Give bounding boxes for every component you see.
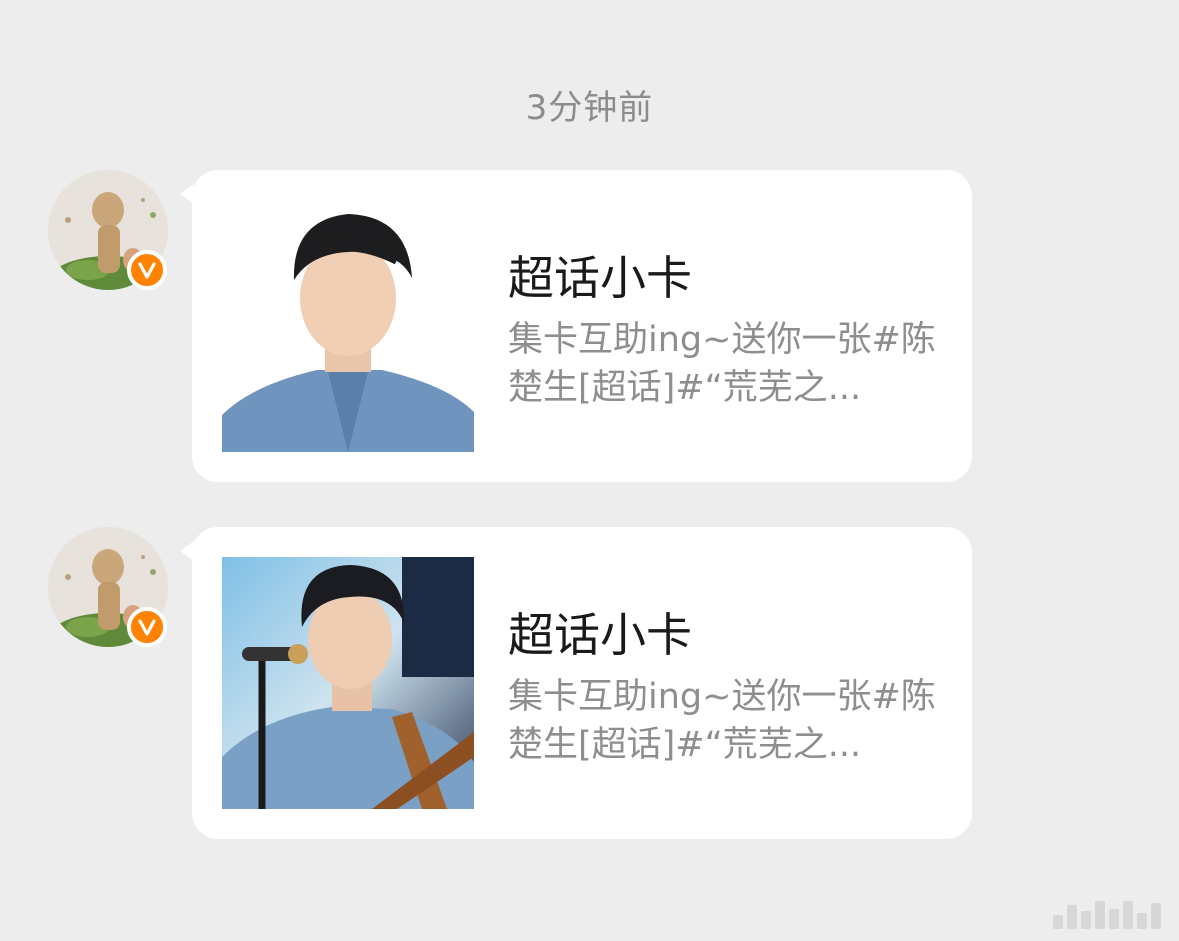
- verified-badge-icon: [127, 250, 167, 290]
- chat-message: 超话小卡 集卡互助ing~送你一张#陈楚生[超话]#“荒芜之...: [0, 170, 1179, 490]
- supertopic-card-bubble[interactable]: 超话小卡 集卡互助ing~送你一张#陈楚生[超话]#“荒芜之...: [180, 170, 972, 482]
- supertopic-card-bubble[interactable]: 超话小卡 集卡互助ing~送你一张#陈楚生[超话]#“荒芜之...: [180, 527, 972, 839]
- watermark-icon: [1053, 901, 1161, 929]
- bubble-tail: [180, 184, 194, 204]
- card-title: 超话小卡: [508, 608, 692, 662]
- chat-message: 超话小卡 集卡互助ing~送你一张#陈楚生[超话]#“荒芜之...: [0, 527, 1179, 847]
- bubble-tail: [180, 541, 194, 561]
- card-thumbnail-image[interactable]: [222, 557, 474, 809]
- card-description: 集卡互助ing~送你一张#陈楚生[超话]#“荒芜之...: [508, 677, 936, 765]
- card-thumbnail-image[interactable]: [222, 200, 474, 452]
- card-title: 超话小卡: [508, 251, 692, 305]
- message-timestamp: 3分钟前: [525, 88, 654, 128]
- card-description: 集卡互助ing~送你一张#陈楚生[超话]#“荒芜之...: [508, 320, 936, 408]
- verified-badge-icon: [127, 607, 167, 647]
